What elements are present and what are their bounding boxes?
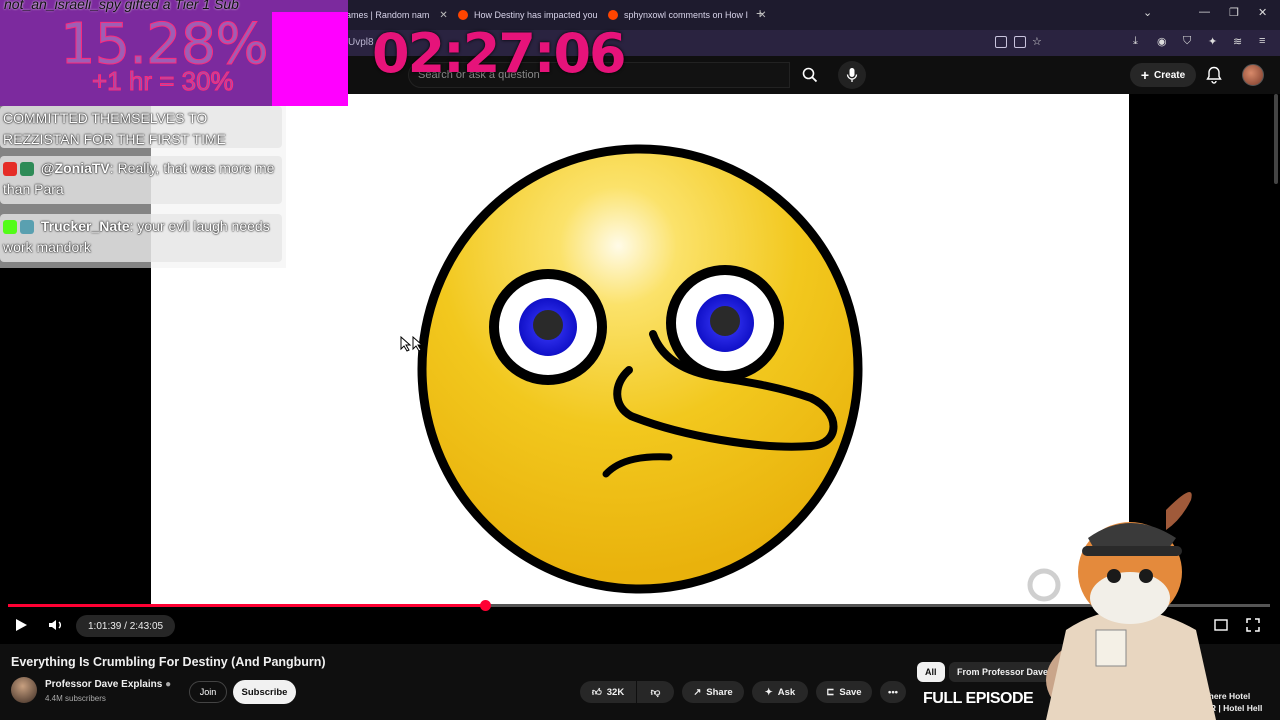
play-button[interactable] (14, 618, 28, 635)
volume-icon (49, 620, 61, 630)
notifications-button[interactable] (1206, 66, 1222, 89)
download-icon[interactable]: ⤓ (1133, 35, 1138, 48)
progress-fill (8, 604, 485, 607)
shield-icon[interactable]: ⛉ (1183, 35, 1191, 48)
new-tab-icon[interactable]: + (756, 5, 764, 21)
create-label: Create (1154, 69, 1186, 81)
time-display: 1:01:39 / 2:43:05 (76, 615, 176, 637)
subscribe-button[interactable]: Subscribe (233, 680, 296, 704)
thumbs-up-icon: 👍︎ (591, 687, 602, 698)
profile-icon[interactable]: ◉ (1157, 35, 1167, 48)
bookmark-icon: ⊏ (826, 686, 835, 698)
close-window-icon[interactable]: ✕ (1258, 6, 1267, 19)
chat-username: @ZoniaTV (40, 160, 110, 176)
extensions-icon[interactable]: ✦ (1208, 35, 1217, 48)
account-avatar[interactable] (1242, 64, 1264, 86)
chat-text: COMMITTED THEMSELVES TO REZZISTAN FOR TH… (3, 110, 226, 147)
share-label: Share (706, 686, 733, 698)
tab-label: How Destiny has impacted you (474, 10, 598, 20)
wave-icon[interactable]: ≋ (1233, 35, 1242, 48)
goal-overlay-accent (272, 12, 348, 106)
browser-tab[interactable]: sphynxowl comments on How I ✕ (602, 4, 772, 26)
menu-icon[interactable]: ≡ (1259, 35, 1265, 47)
chat-message: COMMITTED THEMSELVES TO REZZISTAN FOR TH… (0, 106, 282, 148)
like-button[interactable]: 👍︎ 32K (580, 681, 636, 703)
goal-bonus: +1 hr = 30% (92, 66, 235, 97)
moth-mascot-image (1027, 492, 1216, 720)
pip-icon[interactable] (995, 36, 1007, 48)
overlay-left-bg (0, 268, 151, 604)
chat-username: Trucker_Nate (40, 218, 130, 234)
like-count: 32K (606, 686, 625, 698)
video-frame (151, 94, 1129, 604)
channel-name-text: Professor Dave Explains (45, 679, 163, 690)
kick-badge-icon (3, 220, 17, 235)
reader-icon[interactable] (1014, 36, 1026, 48)
tab-label: sphynxowl comments on How I (624, 10, 749, 20)
save-button[interactable]: ⊏ Save (816, 681, 872, 703)
thumbs-down-icon: 👎︎ (650, 687, 661, 698)
create-button[interactable]: + Create (1130, 63, 1196, 87)
voice-search-button[interactable] (838, 61, 866, 89)
search-icon (802, 67, 818, 83)
dislike-button[interactable]: 👎︎ (637, 681, 674, 703)
search-button[interactable] (794, 62, 826, 88)
volume-button[interactable] (48, 618, 64, 635)
more-icon: ••• (888, 686, 898, 698)
page-scrollbar[interactable] (1274, 94, 1278, 184)
gift-notification: not_an_israeli_spy gifted a Tier 1 Sub (4, 0, 239, 12)
thumbnail-text: FULL EPISODE (923, 690, 1034, 707)
fullscreen-icon (1246, 618, 1260, 632)
mouse-cursor-icon (400, 336, 422, 352)
ask-label: Ask (777, 686, 796, 698)
channel-avatar[interactable] (11, 677, 37, 703)
join-button[interactable]: Join (189, 681, 227, 703)
star-icon[interactable]: ☆ (1032, 35, 1042, 48)
chat-message: @ZoniaTV: Really, that was more me than … (0, 156, 282, 204)
bell-icon (1206, 66, 1222, 84)
share-icon: ↗ (693, 686, 702, 698)
chat-message: Trucker_Nate: your evil laugh needs work… (0, 214, 282, 262)
subscriber-count: 4.4M subscribers (45, 694, 106, 703)
omega-badge-icon (20, 162, 34, 177)
screen: ...of Names | Random nam ✕ How Destiny h… (0, 0, 1280, 720)
emoji-face-image (417, 144, 863, 594)
plus-icon: + (1140, 67, 1150, 83)
sparkle-icon: ✦ (764, 686, 773, 698)
mic-icon (846, 68, 858, 82)
ask-button[interactable]: ✦ Ask (752, 681, 808, 703)
youtube-badge-icon (3, 162, 17, 177)
reddit-icon (608, 10, 618, 20)
minimize-icon[interactable]: — (1199, 6, 1210, 18)
sub-badge-icon (20, 220, 34, 235)
stream-timer: 02:27:06 (372, 22, 627, 85)
share-button[interactable]: ↗ Share (682, 681, 744, 703)
channel-name[interactable]: Professor Dave Explains ● (45, 679, 171, 690)
restore-icon[interactable]: ❐ (1229, 6, 1239, 19)
time-text: 1:01:39 / 2:43:05 (88, 620, 164, 632)
close-icon[interactable]: ✕ (439, 10, 447, 21)
play-icon (16, 619, 27, 631)
save-label: Save (839, 686, 862, 698)
progress-scrubber[interactable] (480, 600, 491, 611)
verified-icon: ● (165, 679, 172, 690)
reddit-icon (458, 10, 468, 20)
fullscreen-button[interactable] (1246, 618, 1260, 635)
video-title: Everything Is Crumbling For Destiny (And… (11, 655, 326, 669)
chip-all[interactable]: All (917, 662, 945, 682)
more-actions-button[interactable]: ••• (880, 681, 906, 703)
chevron-down-icon[interactable]: ⌄ (1143, 6, 1152, 19)
address-bar[interactable]: Uvpl8 (348, 37, 374, 48)
